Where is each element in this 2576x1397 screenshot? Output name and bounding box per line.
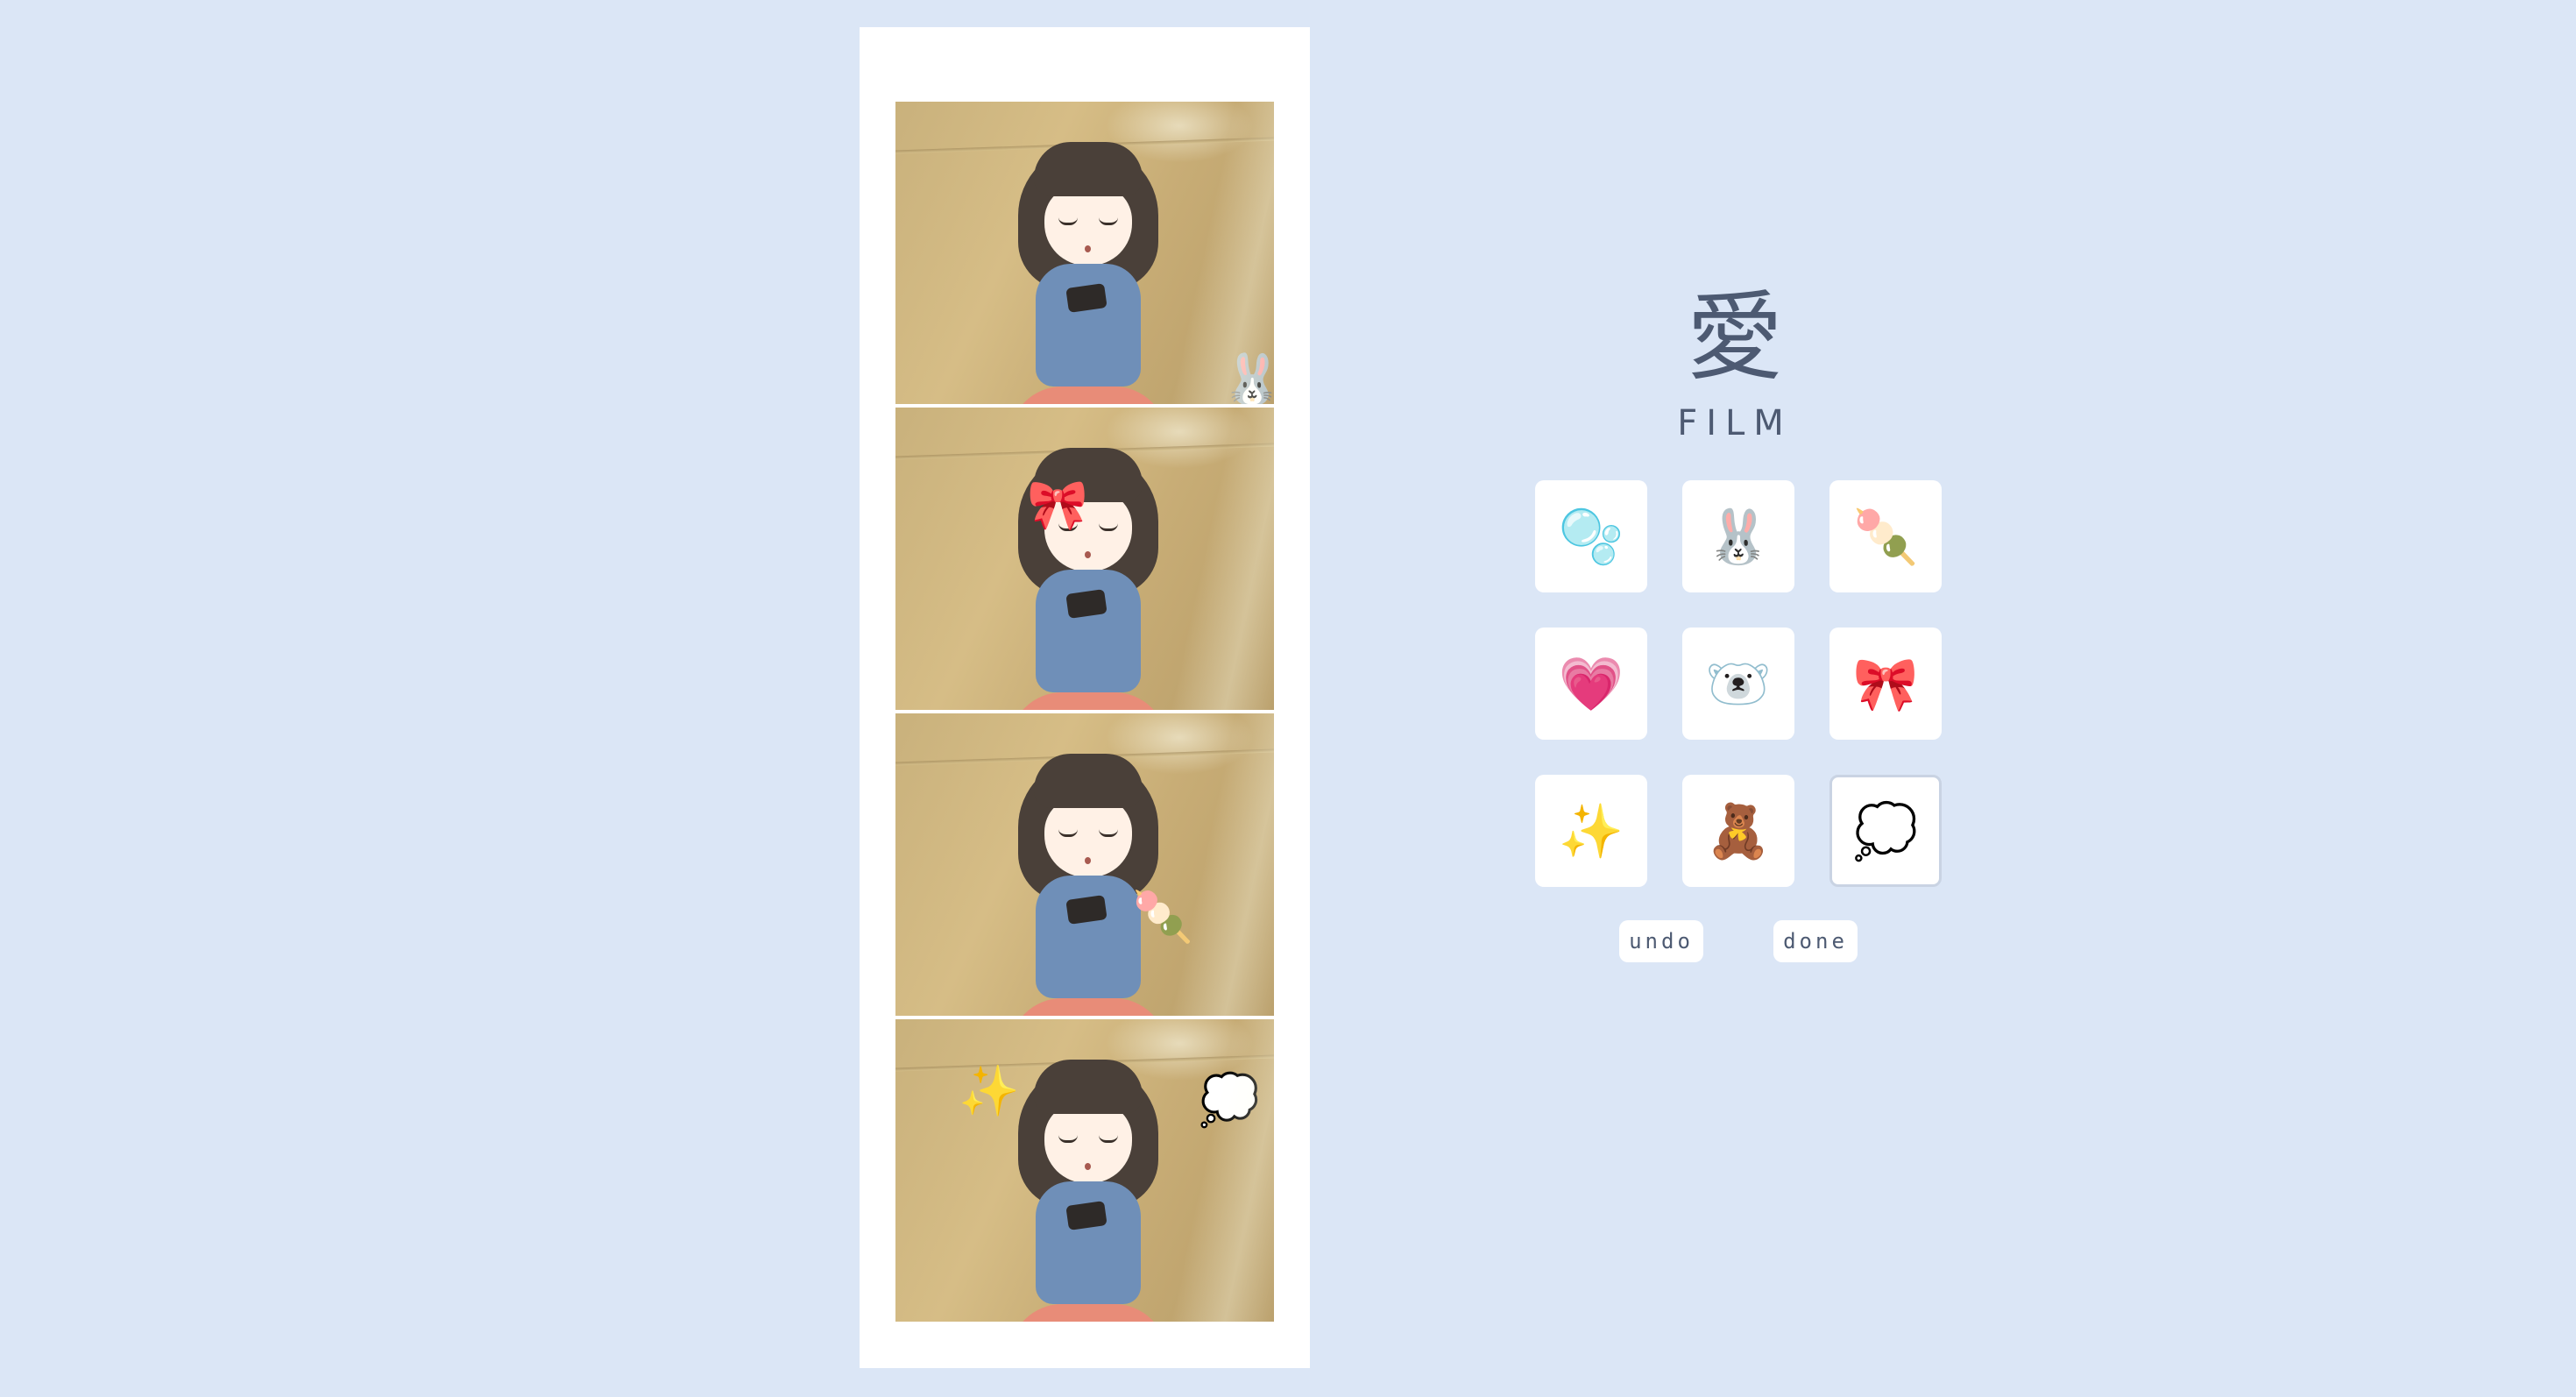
done-button[interactable]: done	[1773, 920, 1858, 962]
sticker-dango-button[interactable]: 🍡	[1829, 480, 1942, 592]
undo-button[interactable]: undo	[1619, 920, 1703, 962]
placed-sticker-bunny[interactable]: 🐰	[1221, 356, 1274, 405]
photo-frame-2[interactable]: 🎀	[895, 408, 1274, 710]
sticker-polar-bear-button[interactable]: 🐻‍❄️	[1682, 628, 1794, 740]
sticker-ribbon-button[interactable]: 🎀	[1829, 628, 1942, 740]
placed-sticker-dango[interactable]: 🍡	[1132, 893, 1193, 942]
logo-title: FILM	[1677, 403, 1793, 443]
photo-frame-3[interactable]: 🍡	[895, 713, 1274, 1016]
character-figure	[1009, 748, 1167, 1016]
character-figure	[1009, 137, 1167, 404]
photo-frame-1[interactable]: 🐰	[895, 102, 1274, 404]
sticker-bubbles-button[interactable]: 🫧	[1535, 480, 1647, 592]
placed-sticker-heart-thought[interactable]: 💭	[1199, 1076, 1260, 1125]
logo-kanji: 愛	[1687, 281, 1783, 394]
placed-sticker-sparkles[interactable]: ✨	[959, 1067, 1020, 1117]
sticker-heart-thought-button[interactable]: 💭	[1829, 775, 1942, 887]
sticker-bunny-button[interactable]: 🐰	[1682, 480, 1794, 592]
photo-strip: 🐰 🎀 🍡 ✨ 💭	[860, 27, 1310, 1368]
sticker-sparkles-button[interactable]: ✨	[1535, 775, 1647, 887]
photo-frame-4[interactable]: ✨ 💭	[895, 1019, 1274, 1322]
character-figure	[1009, 1054, 1167, 1322]
placed-sticker-ribbon[interactable]: 🎀	[1027, 481, 1088, 530]
sticker-teddy-bear-button[interactable]: 🧸	[1682, 775, 1794, 887]
sticker-heart-button[interactable]: 💗	[1535, 628, 1647, 740]
